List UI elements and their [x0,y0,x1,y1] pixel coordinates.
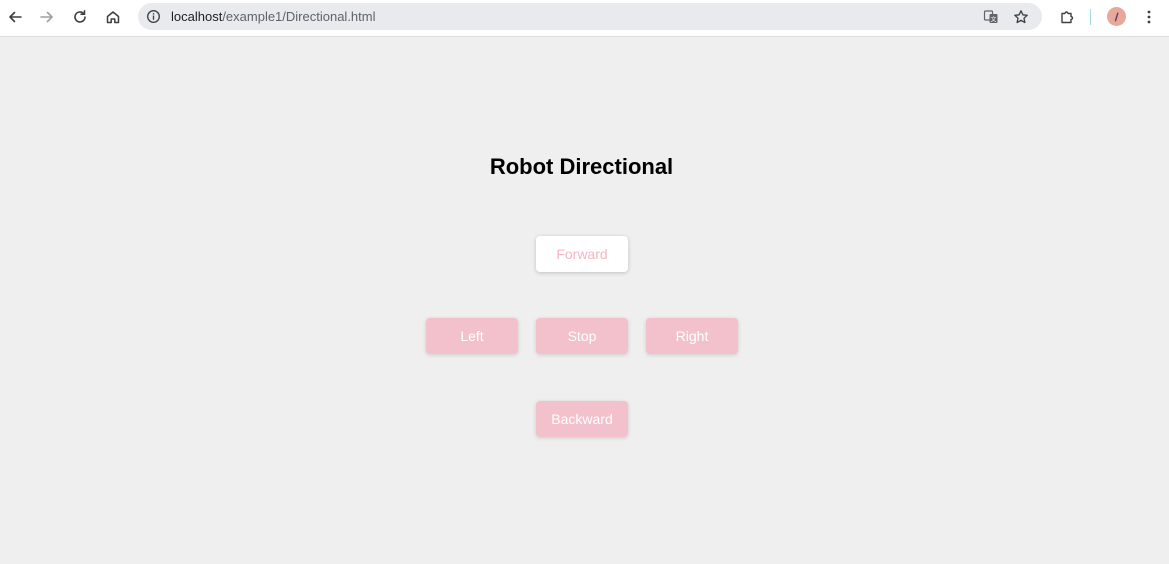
url-path: /example1/Directional.html [222,9,376,24]
puzzle-icon [1061,11,1074,24]
url-text[interactable]: localhost/example1/Directional.html [171,9,376,24]
home-button[interactable] [100,4,126,30]
page-title: Robot Directional [489,154,674,179]
kebab-menu-icon [1147,10,1151,24]
arrow-right-icon [40,11,53,23]
url-host: localhost [171,9,223,24]
home-icon [106,11,120,24]
back-button[interactable] [2,4,28,30]
arrow-left-icon [9,11,22,23]
forward-button[interactable]: Forward [536,236,628,272]
stop-button[interactable]: Stop [536,318,628,354]
right-button[interactable]: Right [646,318,738,354]
toolbar-divider [1090,9,1091,25]
info-icon [147,10,160,23]
star-icon [1013,9,1028,23]
translate-button[interactable]: 文 [981,7,1000,26]
svg-text:文: 文 [990,15,996,23]
bookmark-button[interactable] [1011,7,1030,26]
browser-menu-button[interactable] [1136,4,1162,30]
extensions-button[interactable] [1054,4,1080,30]
address-bar[interactable]: localhost/example1/Directional.html 文 [138,3,1042,30]
site-info-button[interactable] [144,7,163,26]
left-button[interactable]: Left [426,318,518,354]
browser-toolbar: localhost/example1/Directional.html 文 [0,0,1169,37]
backward-button[interactable]: Backward [536,401,628,437]
forward-nav-button[interactable] [34,4,60,30]
reload-icon [74,10,86,23]
reload-button[interactable] [67,4,93,30]
translate-icon: 文 [983,9,997,23]
